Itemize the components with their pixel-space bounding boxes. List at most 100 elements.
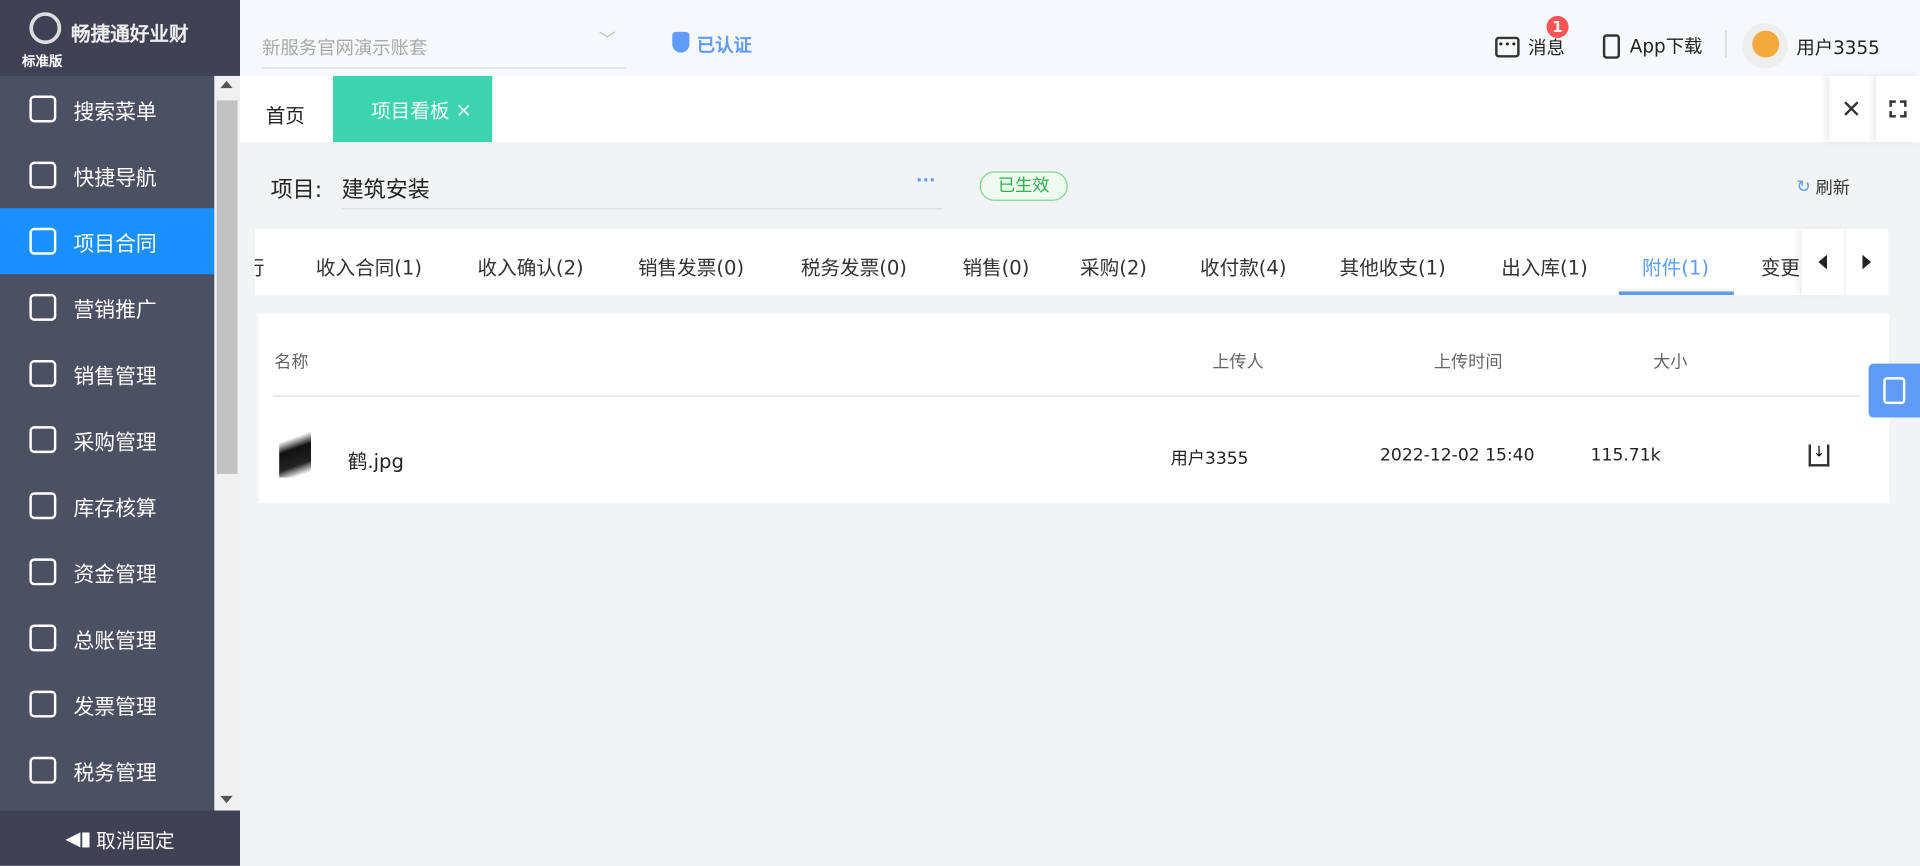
sidebar-item[interactable]: 税务管理	[0, 737, 214, 803]
divider	[273, 395, 1861, 397]
refresh-icon: ↻	[1796, 177, 1811, 198]
close-all-button[interactable]: ✕	[1829, 76, 1873, 142]
subtab[interactable]: 销售发票(0)	[638, 251, 744, 280]
project-value: 建筑安装	[341, 177, 430, 204]
sidebar-item-label: 资金管理	[73, 562, 157, 588]
active-tab-indicator	[1618, 291, 1734, 296]
tab-home[interactable]: 首页	[266, 99, 305, 128]
floating-notes-button[interactable]	[1868, 363, 1920, 418]
sidebar: 畅捷通好业财 标准版 搜索菜单快捷导航项目合同营销推广销售管理采购管理库存核算资…	[0, 0, 241, 866]
file-thumbnail[interactable]	[279, 431, 312, 478]
unpin-label: 取消固定	[96, 828, 175, 852]
subtab[interactable]: 收付款(4)	[1200, 251, 1287, 280]
subtab-bar: 行 收入合同(1) 收入确认(2) 销售发票(0) 税务发票(0) 销售(0) 采购(2) 收…	[254, 228, 1889, 296]
subtab-prev-button[interactable]	[1800, 228, 1845, 296]
contract-icon	[29, 227, 57, 255]
sidebar-item-label: 快捷导航	[73, 165, 157, 191]
top-header: 新服务官网演示账套 ﹀ 已认证 ••• 消息 1 App下载 用户3355	[240, 0, 1920, 76]
ledger-icon	[29, 624, 57, 652]
attachments-table	[258, 313, 1890, 504]
warehouse-icon	[29, 492, 57, 520]
tab-label: 项目看板	[371, 99, 450, 123]
col-uploader: 上传人	[1212, 352, 1264, 373]
scroll-down-icon[interactable]	[220, 795, 233, 804]
scrollbar-thumb[interactable]	[216, 100, 238, 474]
sidebar-item-label: 销售管理	[73, 364, 157, 389]
app-download-button[interactable]: App下载	[1602, 33, 1702, 59]
col-name: 名称	[274, 352, 309, 373]
subtab[interactable]: 出入库(1)	[1501, 251, 1588, 280]
caret-left-icon	[1818, 254, 1827, 270]
page-tabs: 首页 项目看板 × ✕	[240, 75, 1920, 143]
user-name[interactable]: 用户3355	[1796, 34, 1879, 60]
sales-icon	[29, 360, 57, 387]
subtab[interactable]: 行	[255, 251, 265, 280]
refresh-button[interactable]: ↻ 刷新	[1796, 175, 1850, 199]
file-upload-time: 2022-12-02 15:40	[1380, 445, 1535, 466]
col-size: 大小	[1653, 352, 1688, 373]
gift-icon	[29, 293, 57, 321]
sidebar-item[interactable]: 快捷导航	[0, 142, 214, 208]
project-select[interactable]: 建筑安装 ···	[341, 169, 943, 210]
divider	[1725, 30, 1727, 58]
project-label: 项目:	[270, 177, 323, 204]
sidebar-item-label: 库存核算	[73, 496, 157, 522]
shield-icon	[672, 31, 690, 53]
messages-label: 消息	[1528, 36, 1565, 59]
avatar[interactable]	[1742, 23, 1788, 69]
sidebar-item-label: 营销推广	[73, 298, 157, 323]
invoice-icon	[29, 690, 57, 718]
sidebar-item-label: 采购管理	[73, 430, 157, 455]
sidebar-item[interactable]: 销售管理	[0, 340, 214, 406]
scroll-up-icon[interactable]	[220, 80, 233, 89]
sidebar-item-label: 税务管理	[73, 761, 157, 786]
subtab[interactable]: 收入合同(1)	[316, 251, 422, 280]
unpin-button[interactable]: ◀▮ 取消固定	[0, 810, 241, 866]
chevron-down-icon: ﹀	[598, 30, 616, 51]
sidebar-item[interactable]: 库存核算	[0, 473, 214, 539]
sidebar-item[interactable]: 资金管理	[0, 539, 214, 605]
file-name[interactable]: 鹤.jpg	[348, 444, 404, 473]
subtab[interactable]: 收入确认(2)	[478, 251, 584, 280]
subtab[interactable]: 税务发票(0)	[801, 251, 907, 280]
sidebar-item[interactable]: 营销推广	[0, 274, 214, 340]
logo-icon	[29, 12, 62, 45]
sidebar-item-label: 搜索菜单	[73, 99, 157, 125]
subtab[interactable]: 其他收支(1)	[1340, 251, 1446, 280]
close-tab-icon[interactable]: ×	[456, 97, 472, 120]
money-bag-icon	[29, 558, 57, 586]
tax-icon	[29, 756, 57, 784]
message-badge: 1	[1546, 15, 1569, 38]
edition: 标准版	[22, 53, 63, 70]
close-icon: ✕	[1841, 94, 1862, 124]
download-icon[interactable]: ↓	[1808, 444, 1830, 467]
subtab[interactable]: 采购(2)	[1080, 251, 1147, 280]
sidebar-item[interactable]: 搜索菜单	[0, 76, 214, 142]
sidebar-item[interactable]: 发票管理	[0, 671, 214, 737]
fullscreen-icon	[1889, 100, 1907, 118]
refresh-label: 刷新	[1815, 178, 1850, 199]
brand-name: 畅捷通好业财	[71, 22, 189, 46]
bag-icon	[29, 426, 57, 454]
notes-icon	[1883, 377, 1906, 405]
caret-right-icon	[1862, 254, 1872, 270]
subtab[interactable]: 变更	[1761, 251, 1800, 280]
logo: 畅捷通好业财 标准版	[0, 0, 241, 76]
sidebar-item[interactable]: 采购管理	[0, 407, 214, 473]
tab-project-board[interactable]: 项目看板 ×	[333, 75, 493, 143]
more-icon[interactable]: ···	[916, 171, 936, 191]
file-size: 115.71k	[1590, 445, 1661, 466]
sidebar-item[interactable]: 总账管理	[0, 605, 214, 671]
subtab[interactable]: 销售(0)	[962, 251, 1029, 280]
sidebar-item-label: 发票管理	[73, 694, 157, 720]
sidebar-item-label: 项目合同	[73, 232, 157, 257]
verified-badge: 已认证	[696, 34, 752, 57]
subtab[interactable]: 附件(1)	[1642, 251, 1709, 280]
subtab-next-button[interactable]	[1844, 228, 1889, 296]
sidebar-item[interactable]: 项目合同	[0, 208, 215, 275]
account-select[interactable]: 新服务官网演示账套 ﹀	[262, 24, 626, 69]
fullscreen-button[interactable]	[1876, 76, 1920, 142]
file-uploader: 用户3355	[1170, 449, 1249, 469]
messages-button[interactable]: ••• 消息	[1495, 34, 1565, 60]
home-icon	[29, 161, 57, 189]
